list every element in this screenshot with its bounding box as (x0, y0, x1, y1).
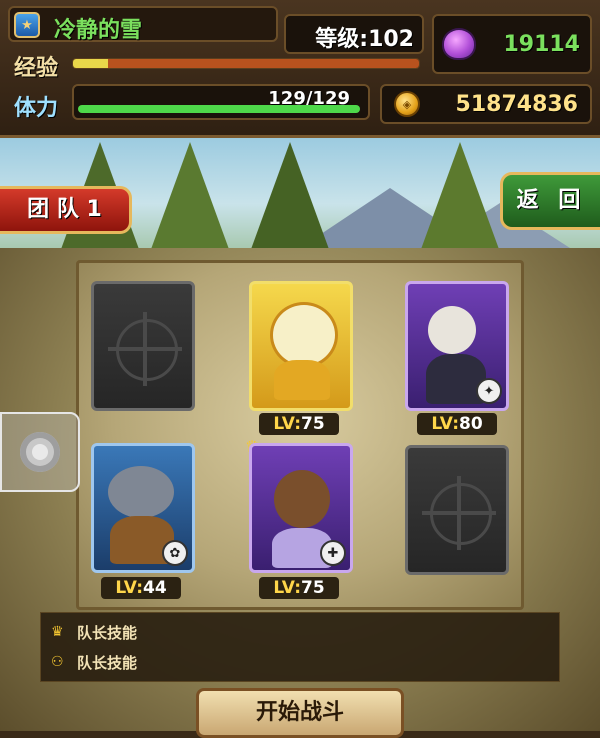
leader-skill-row[interactable]: ♛ 队长技能 (51, 619, 137, 645)
team-board: LV:75 ✦ LV:80 ✿ LV:44 ♛ ✚ LV:75 (76, 260, 524, 610)
hero-level-tag: LV:80 (417, 413, 497, 435)
hero-level: 75 (301, 578, 325, 598)
hero-portrait (108, 466, 174, 518)
hero-level-tag: LV:44 (101, 577, 181, 599)
rank-emblem-icon: ★ (14, 12, 40, 38)
leader-skill-panel: ♛ 队长技能 ⚇ 队长技能 (40, 612, 560, 682)
hero-card[interactable]: ✿ (91, 443, 195, 573)
gold-counter[interactable]: ◈ 51874836 (380, 84, 592, 124)
gem-value: 19114 (503, 32, 580, 57)
hero-level: 80 (459, 414, 483, 434)
friend-skill-label: 队长技能 (77, 653, 138, 672)
level-prefix: LV: (431, 414, 459, 434)
compass-emblem-icon (430, 476, 492, 550)
hero-card-leader[interactable]: ✚ (249, 443, 353, 573)
level-prefix: LV: (115, 578, 143, 598)
friend-skill-row[interactable]: ⚇ 队长技能 (51, 649, 137, 675)
player-name-panel[interactable]: ★ 冷静的雪 (8, 6, 278, 43)
hero-body (274, 360, 330, 400)
top-hud: ★ 冷静的雪 等级:102 经验 体力 129/129 19114 ◈ 5187… (0, 0, 600, 138)
exp-bar-fill (73, 59, 108, 68)
gem-counter[interactable]: 19114 (432, 14, 592, 74)
stamina-bar (78, 105, 360, 113)
settings-button[interactable] (0, 412, 80, 492)
gem-icon (442, 28, 476, 60)
tree-shape (250, 142, 330, 248)
tree-shape (420, 142, 500, 248)
stamina-panel: 129/129 (72, 84, 370, 120)
duo-icon: ⚇ (51, 654, 64, 670)
empty-hero-slot[interactable] (405, 445, 509, 575)
level-prefix: LV: (273, 414, 301, 434)
stamina-bar-fill (78, 105, 360, 113)
hero-level-tag: LV:75 (259, 413, 339, 435)
empty-hero-slot[interactable] (91, 281, 195, 411)
hero-portrait (270, 302, 338, 368)
level-value: 102 (368, 27, 414, 52)
stamina-label: 体力 (14, 96, 59, 121)
leader-skill-label: 队长技能 (77, 623, 138, 642)
gear-icon (20, 432, 60, 472)
gold-coin-icon: ◈ (394, 91, 420, 117)
hero-card[interactable] (249, 281, 353, 411)
compass-emblem-icon (116, 312, 178, 386)
mace-badge-icon: ✚ (320, 540, 346, 566)
player-level-panel: 等级:102 (284, 14, 424, 54)
level-label: 等级: (315, 27, 369, 52)
hero-portrait (428, 306, 476, 354)
class-badge-icon: ✦ (476, 378, 502, 404)
team-selector-button[interactable]: 团 队 1 (0, 186, 132, 234)
hero-level: 44 (143, 578, 167, 598)
exp-label: 经验 (14, 56, 59, 81)
paw-badge-icon: ✿ (162, 540, 188, 566)
hero-level-tag: LV:75 (259, 577, 339, 599)
gold-value: 51874836 (455, 92, 578, 117)
exp-bar-remaining (107, 59, 419, 68)
player-name: 冷静的雪 (54, 18, 143, 43)
crown-icon: ♛ (51, 624, 64, 640)
tree-shape (150, 142, 230, 248)
hero-level: 75 (301, 414, 325, 434)
hero-card[interactable]: ✦ (405, 281, 509, 411)
back-button[interactable]: 返 回 (500, 172, 600, 230)
level-prefix: LV: (273, 578, 301, 598)
player-level: 等级:102 (315, 21, 414, 53)
hero-portrait (274, 470, 330, 528)
exp-bar (72, 58, 420, 69)
